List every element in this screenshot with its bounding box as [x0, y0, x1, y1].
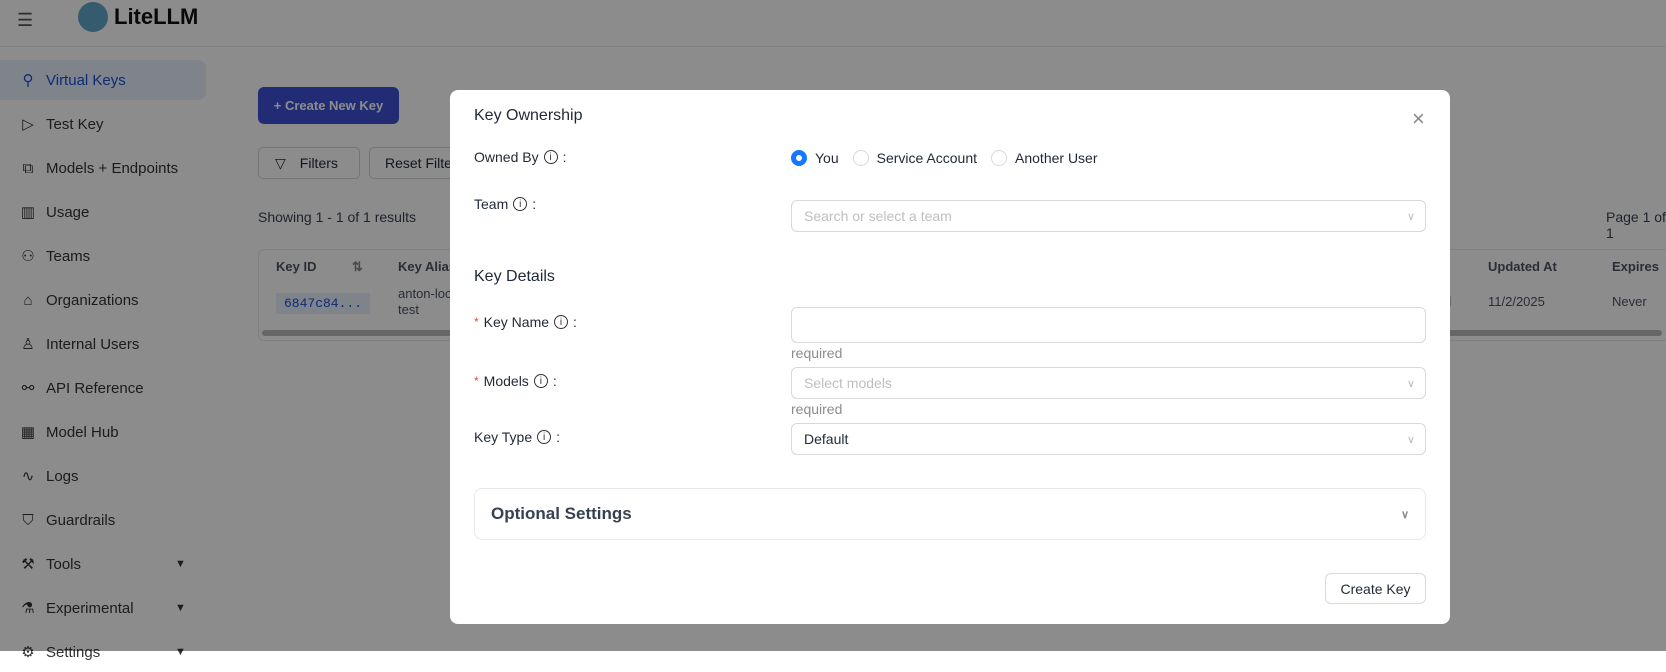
models-label: * Models i:: [474, 373, 557, 389]
info-icon[interactable]: i: [554, 315, 569, 329]
key-ownership-title: Key Ownership: [474, 107, 583, 124]
radio-another-user[interactable]: Another User: [991, 150, 1098, 166]
create-key-modal: × Key Ownership Owned By i: You Service A…: [450, 90, 1450, 624]
optional-settings-collapse[interactable]: Optional Settings ∨: [474, 488, 1426, 540]
owned-by-label: Owned By i:: [474, 149, 567, 165]
key-name-label: * Key Name i:: [474, 314, 577, 330]
team-select[interactable]: Search or select a team ∨: [791, 200, 1426, 232]
radio-service-account[interactable]: Service Account: [852, 150, 977, 166]
key-details-title: Key Details: [474, 268, 555, 285]
info-icon[interactable]: i: [543, 150, 558, 164]
chevron-down-icon: ∨: [1406, 377, 1415, 390]
create-key-button[interactable]: Create Key: [1325, 573, 1426, 604]
radio-you[interactable]: You: [791, 150, 839, 166]
close-icon[interactable]: ×: [1412, 106, 1425, 132]
owner-radio-group: You Service Account Another User: [791, 150, 1098, 166]
team-label: Team i:: [474, 196, 537, 212]
chevron-down-icon: ∨: [1406, 433, 1415, 446]
radio-unchecked-icon: [852, 150, 869, 166]
key-type-select[interactable]: Default ∨: [791, 423, 1426, 455]
key-type-label: Key Type i:: [474, 429, 561, 445]
key-name-input[interactable]: [791, 307, 1426, 343]
info-icon[interactable]: i: [537, 430, 552, 444]
info-icon[interactable]: i: [513, 197, 528, 211]
models-required-hint: required: [791, 401, 843, 417]
chevron-down-icon: ∨: [1406, 210, 1415, 223]
radio-unchecked-icon: [991, 150, 1008, 166]
models-select[interactable]: Select models ∨: [791, 367, 1426, 399]
radio-checked-icon: [791, 150, 807, 166]
key-name-required-hint: required: [791, 345, 843, 361]
info-icon[interactable]: i: [533, 374, 548, 388]
chevron-down-icon: ∨: [1400, 508, 1409, 521]
